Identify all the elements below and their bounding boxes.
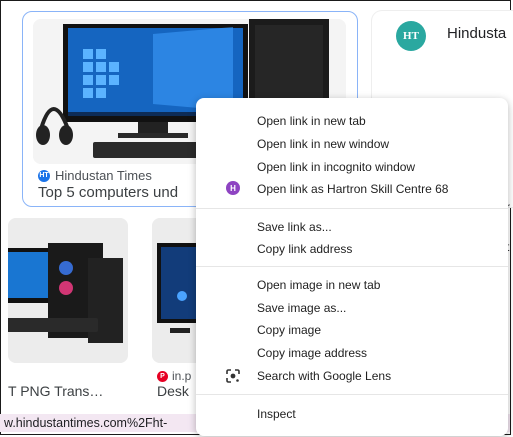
result-source-label: Hindustan Times xyxy=(55,168,152,183)
result-source-right[interactable]: Hindusta xyxy=(447,25,506,42)
menu-item-open-link-new-window[interactable]: Open link in new window xyxy=(257,137,389,151)
hindustan-times-favicon-icon: HT xyxy=(38,169,50,182)
desktop-computer-image xyxy=(152,218,202,363)
result-source-main: HT Hindustan Times xyxy=(38,168,152,183)
result-source-pinterest: P in.p xyxy=(157,369,191,383)
menu-separator xyxy=(196,394,508,395)
pinterest-icon: P xyxy=(157,370,168,382)
menu-item-copy-image[interactable]: Copy image xyxy=(257,323,321,337)
result-title-main[interactable]: Top 5 computers und xyxy=(38,184,178,201)
menu-item-open-image-new-tab[interactable]: Open image in new tab xyxy=(257,278,380,292)
menu-item-copy-image-address[interactable]: Copy image address xyxy=(257,346,367,360)
menu-separator xyxy=(196,208,508,209)
menu-item-save-image-as[interactable]: Save image as... xyxy=(257,301,346,315)
menu-separator xyxy=(196,266,508,267)
gaming-pc-image xyxy=(8,218,128,363)
menu-item-copy-link-address[interactable]: Copy link address xyxy=(257,242,352,256)
result-source-label: in.p xyxy=(172,369,192,383)
profile-avatar-icon: H xyxy=(226,181,240,195)
result-thumbnail-desktop[interactable] xyxy=(152,218,202,363)
result-title-desktop[interactable]: Desk xyxy=(157,383,189,399)
result-title-gaming-pc[interactable]: T PNG Trans… xyxy=(8,383,103,399)
menu-item-open-link-as-profile[interactable]: Open link as Hartron Skill Centre 68 xyxy=(257,182,448,196)
hindustan-times-logo-icon: HT xyxy=(396,21,426,51)
context-menu: Open link in new tab Open link in new wi… xyxy=(196,98,508,436)
google-lens-icon xyxy=(226,369,240,383)
menu-item-open-link-incognito[interactable]: Open link in incognito window xyxy=(257,160,415,174)
status-url-text: w.hindustantimes.com%2Fht- xyxy=(4,416,168,430)
menu-item-search-google-lens[interactable]: Search with Google Lens xyxy=(257,369,391,383)
menu-item-inspect[interactable]: Inspect xyxy=(257,407,296,421)
menu-item-open-link-new-tab[interactable]: Open link in new tab xyxy=(257,114,366,128)
result-thumbnail-gaming-pc[interactable] xyxy=(8,218,128,363)
menu-item-save-link-as[interactable]: Save link as... xyxy=(257,220,332,234)
